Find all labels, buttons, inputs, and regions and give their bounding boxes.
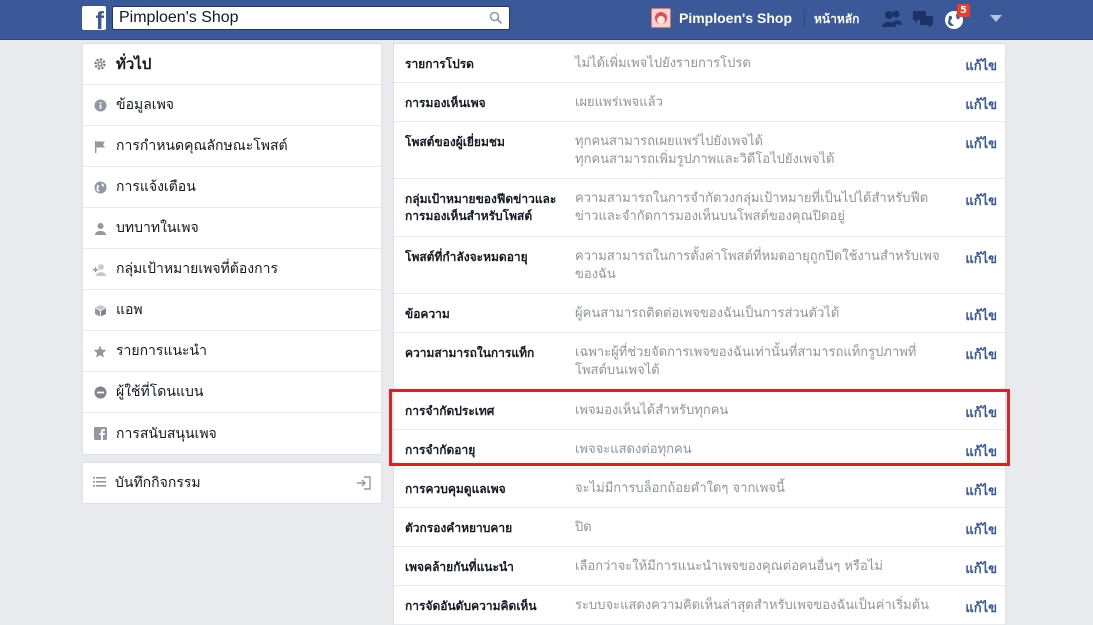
search-value[interactable]: Pimploen's Shop bbox=[119, 9, 239, 27]
setting-value: ทุกคนสามารถเผยแพร่ไปยังเพจได้ ทุกคนสามาร… bbox=[575, 133, 945, 169]
setting-value: จะไม่มีการบล็อกถ้อยคำใดๆ จากเพจนี้ bbox=[575, 481, 785, 496]
facebook-icon bbox=[93, 427, 107, 441]
home-link[interactable]: หน้าหลัก bbox=[814, 10, 859, 29]
sidebar-item-label: ข้อมูลเพจ bbox=[116, 97, 175, 113]
divider bbox=[804, 10, 805, 28]
setting-value-line: ทุกคนสามารถเพิ่มรูปภาพและวิดีโอไปยังเพจไ… bbox=[575, 152, 835, 167]
ban-icon bbox=[93, 385, 107, 399]
sidebar-item-label: การกำหนดคุณลักษณะโพสต์ bbox=[116, 138, 288, 154]
settings-row-similar-page-suggestions: เพจคล้ายกันที่แนะนำ เลือกว่าจะให้มีการแน… bbox=[394, 547, 1005, 586]
sidebar-item-featured[interactable]: รายการแนะนำ bbox=[83, 331, 381, 372]
chevron-down-icon[interactable] bbox=[990, 15, 1002, 22]
settings-row-page-visibility: การมองเห็นเพจ เผยแพร่เพจแล้ว แก้ไข bbox=[394, 83, 1005, 122]
sidebar-item-label: บันทึกกิจกรรม bbox=[115, 475, 201, 491]
settings-row-comment-ranking: การจัดอันดับความคิดเห็น ระบบจะแสดงความคิ… bbox=[394, 586, 1005, 625]
sidebar-item-page-support[interactable]: การสนับสนุนเพจ bbox=[83, 413, 381, 454]
edit-link[interactable]: แก้ไข bbox=[965, 94, 997, 115]
setting-label: รายการโปรด bbox=[405, 57, 474, 71]
settings-row-visitor-posts: โพสต์ของผู้เยี่ยมชม ทุกคนสามารถเผยแพร่ไป… bbox=[394, 122, 1005, 179]
setting-label: ความสามารถในการแท็ก bbox=[405, 346, 535, 360]
highlight-box bbox=[389, 389, 1010, 466]
sidebar-item-general[interactable]: ทั่วไป bbox=[83, 44, 381, 85]
setting-label: กลุ่มเป้าหมายของฟีดข่าวและการมองเห็นสำหร… bbox=[405, 192, 557, 223]
sidebar-item-activity-log[interactable]: บันทึกกิจกรรม bbox=[82, 462, 382, 504]
setting-label: ข้อความ bbox=[405, 307, 450, 321]
setting-label: การมองเห็นเพจ bbox=[405, 96, 486, 110]
setting-value: ไม่ได้เพิ่มเพจไปยังรายการโปรด bbox=[575, 56, 751, 71]
setting-label: การควบคุมดูแลเพจ bbox=[405, 482, 506, 496]
person-icon bbox=[93, 221, 107, 235]
sidebar-item-label: กลุ่มเป้าหมายเพจที่ต้องการ bbox=[116, 261, 278, 277]
setting-label: เพจคล้ายกันที่แนะนำ bbox=[405, 560, 514, 574]
setting-value: ผู้คนสามารถติดต่อเพจของฉันเป็นการส่วนตัว… bbox=[575, 306, 840, 321]
setting-label: การจัดอันดับความคิดเห็น bbox=[405, 599, 537, 613]
general-settings-panel: รายการโปรด ไม่ได้เพิ่มเพจไปยังรายการโปรด… bbox=[393, 43, 1006, 625]
sidebar-item-label: การแจ้งเตือน bbox=[116, 179, 196, 195]
sign-in-icon bbox=[356, 476, 371, 493]
profile-name[interactable]: Pimploen's Shop bbox=[679, 10, 792, 26]
edit-link[interactable]: แก้ไข bbox=[965, 133, 997, 154]
sidebar-item-label: ผู้ใช้ที่โดนแบน bbox=[116, 384, 204, 400]
search-input[interactable]: Pimploen's Shop bbox=[112, 6, 510, 30]
sidebar-item-banned-users[interactable]: ผู้ใช้ที่โดนแบน bbox=[83, 372, 381, 413]
setting-label: โพสต์ของผู้เยี่ยมชม bbox=[405, 135, 505, 149]
gear-icon bbox=[93, 57, 107, 71]
sidebar-item-post-attribution[interactable]: การกำหนดคุณลักษณะโพสต์ bbox=[83, 126, 381, 167]
sidebar-item-preferred-audience[interactable]: กลุ่มเป้าหมายเพจที่ต้องการ bbox=[83, 249, 381, 290]
sidebar-item-notifications[interactable]: การแจ้งเตือน bbox=[83, 167, 381, 208]
sidebar-item-label: การสนับสนุนเพจ bbox=[116, 425, 217, 442]
settings-row-page-moderation: การควบคุมดูแลเพจ จะไม่มีการบล็อกถ้อยคำใด… bbox=[394, 469, 1005, 508]
edit-link[interactable]: แก้ไข bbox=[965, 190, 997, 211]
sidebar-item-label: รายการแนะนำ bbox=[116, 343, 207, 359]
setting-value: เผยแพร่เพจแล้ว bbox=[575, 95, 663, 110]
notification-badge: 5 bbox=[957, 4, 970, 17]
sidebar-item-label: บทบาทในเพจ bbox=[116, 220, 199, 236]
edit-link[interactable]: แก้ไข bbox=[965, 344, 997, 365]
sidebar-item-page-roles[interactable]: บทบาทในเพจ bbox=[83, 208, 381, 249]
edit-link[interactable]: แก้ไข bbox=[965, 519, 997, 540]
list-icon bbox=[93, 476, 106, 491]
sidebar-item-apps[interactable]: แอพ bbox=[83, 290, 381, 331]
setting-value: เลือกว่าจะให้มีการแนะนำเพจของคุณต่อคนอื่… bbox=[575, 559, 883, 574]
sidebar-item-page-info[interactable]: ข้อมูลเพจ bbox=[83, 85, 381, 126]
cube-icon bbox=[93, 303, 107, 317]
settings-sidebar: ทั่วไป ข้อมูลเพจ การกำหนดคุณลักษณะโพสต์ … bbox=[82, 43, 382, 455]
search-icon[interactable] bbox=[489, 11, 503, 25]
facebook-logo-icon[interactable]: f bbox=[82, 6, 106, 30]
settings-row-tagging-ability: ความสามารถในการแท็ก เฉพาะผู้ที่ช่วยจัดกา… bbox=[394, 333, 1005, 391]
setting-value: ระบบจะแสดงความคิดเห็นล่าสุดสำหรับเพจของฉ… bbox=[575, 598, 930, 613]
setting-value: เฉพาะผู้ที่ช่วยจัดการเพจของฉันเท่านั้นที… bbox=[575, 345, 917, 378]
edit-link[interactable]: แก้ไข bbox=[965, 305, 997, 326]
star-icon bbox=[93, 344, 107, 358]
setting-value: ปิด bbox=[575, 520, 592, 535]
profile-link[interactable]: Pimploen's Shop bbox=[651, 7, 792, 29]
settings-row-messages: ข้อความ ผู้คนสามารถติดต่อเพจของฉันเป็นกา… bbox=[394, 294, 1005, 333]
setting-value-line: ทุกคนสามารถเผยแพร่ไปยังเพจได้ bbox=[575, 134, 763, 149]
globe-icon bbox=[93, 180, 107, 194]
sidebar-item-label: ทั่วไป bbox=[116, 55, 152, 73]
settings-row-profanity-filter: ตัวกรองคำหยาบคาย ปิด แก้ไข bbox=[394, 508, 1005, 547]
friend-requests-icon[interactable] bbox=[880, 8, 904, 30]
settings-row-favorites: รายการโปรด ไม่ได้เพิ่มเพจไปยังรายการโปรด… bbox=[394, 44, 1005, 83]
settings-row-post-expiration: โพสต์ที่กำลังจะหมดอายุ ความสามารถในการตั… bbox=[394, 237, 1005, 294]
person-plus-icon bbox=[93, 262, 107, 276]
edit-link[interactable]: แก้ไข bbox=[965, 480, 997, 501]
setting-label: โพสต์ที่กำลังจะหมดอายุ bbox=[405, 250, 528, 264]
info-icon bbox=[93, 98, 107, 112]
setting-value: ความสามารถในการจำกัดวงกลุ่มเป้าหมายที่เป… bbox=[575, 191, 929, 224]
edit-link[interactable]: แก้ไข bbox=[965, 558, 997, 579]
edit-link[interactable]: แก้ไข bbox=[965, 248, 997, 269]
edit-link[interactable]: แก้ไข bbox=[965, 55, 997, 76]
messages-icon[interactable] bbox=[911, 8, 935, 30]
flag-icon bbox=[93, 139, 107, 153]
setting-label: ตัวกรองคำหยาบคาย bbox=[405, 521, 513, 535]
sidebar-item-label: แอพ bbox=[116, 302, 143, 318]
edit-link[interactable]: แก้ไข bbox=[965, 597, 997, 618]
settings-row-news-feed-audience: กลุ่มเป้าหมายของฟีดข่าวและการมองเห็นสำหร… bbox=[394, 179, 1005, 237]
avatar[interactable] bbox=[651, 8, 671, 28]
top-bar: f Pimploen's Shop Pimploen's Shop หน้าหล… bbox=[0, 0, 1093, 40]
setting-value: ความสามารถในการตั้งค่าโพสต์ที่หมดอายุถูก… bbox=[575, 249, 940, 282]
